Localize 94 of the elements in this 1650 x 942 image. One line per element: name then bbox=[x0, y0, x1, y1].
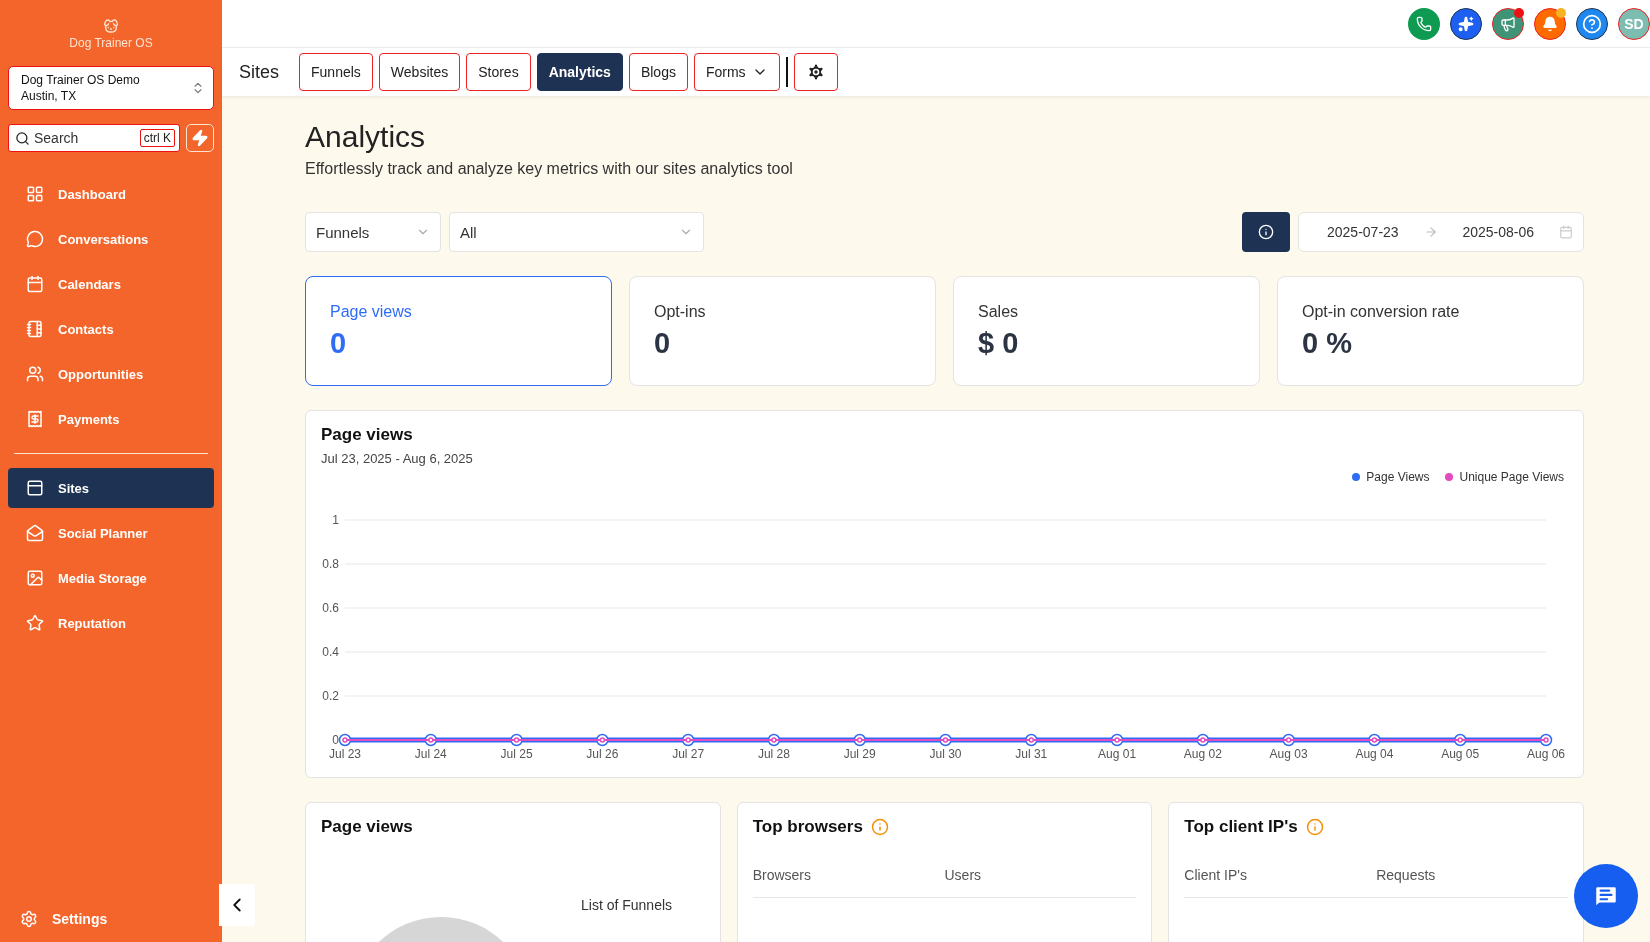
axis-label: Aug 06 bbox=[1527, 747, 1565, 761]
grid-icon bbox=[26, 185, 44, 203]
calendar-icon bbox=[26, 275, 44, 293]
card-title: Top browsers bbox=[752, 817, 863, 837]
quick-action-button[interactable] bbox=[186, 124, 214, 152]
item-select[interactable]: All bbox=[449, 212, 704, 252]
column-header: Users bbox=[944, 867, 983, 883]
info-button[interactable] bbox=[1242, 212, 1290, 252]
phone-icon bbox=[1416, 15, 1432, 32]
megaphone-button[interactable] bbox=[1492, 7, 1524, 40]
column-header: Browsers bbox=[752, 867, 812, 883]
receipt-icon bbox=[26, 410, 44, 428]
info-icon bbox=[1258, 224, 1274, 240]
axis-label: Aug 03 bbox=[1269, 747, 1308, 761]
megaphone-icon bbox=[1500, 15, 1516, 32]
sparkle-icon bbox=[1458, 15, 1474, 32]
notebook-icon bbox=[26, 320, 44, 338]
axis-label: Aug 05 bbox=[1441, 747, 1480, 761]
column-header: Requests bbox=[1376, 867, 1437, 883]
legend-title: List of Funnels bbox=[581, 897, 673, 915]
axis-label: Aug 04 bbox=[1355, 747, 1394, 761]
axis-label: Jul 23 bbox=[329, 747, 361, 761]
metric-label: Page views bbox=[330, 303, 413, 321]
legend-label: Page Views bbox=[1366, 470, 1430, 484]
sparkle-button[interactable] bbox=[1450, 7, 1482, 40]
metric-card[interactable]: Opt-ins 0 bbox=[629, 276, 936, 386]
collapse-sidebar-button[interactable] bbox=[219, 884, 255, 926]
tab[interactable]: Funnels bbox=[299, 53, 373, 91]
tab[interactable]: Blogs bbox=[628, 53, 688, 91]
dropdown-tab[interactable]: Forms bbox=[693, 53, 780, 91]
axis-label: 0.8 bbox=[322, 557, 339, 571]
calendar-icon bbox=[1558, 225, 1573, 239]
axis-label: Jul 31 bbox=[1015, 747, 1048, 761]
tab[interactable]: Websites bbox=[378, 53, 461, 91]
axis-label: Jul 25 bbox=[500, 747, 533, 761]
axis-label: Jul 28 bbox=[757, 747, 790, 761]
metric-value: 0 % bbox=[1302, 327, 1353, 360]
notifications-button[interactable] bbox=[1534, 7, 1566, 40]
metric-label: Opt-ins bbox=[654, 303, 707, 321]
metric-value: $ 0 bbox=[978, 327, 1020, 360]
image-icon bbox=[26, 569, 44, 587]
end-date: 2025-08-06 bbox=[1462, 224, 1535, 240]
axis-label: 0.4 bbox=[322, 645, 339, 659]
metric-value: 0 bbox=[330, 327, 348, 360]
gear-icon bbox=[20, 910, 38, 928]
metric-label: Opt-in conversion rate bbox=[1302, 303, 1461, 321]
tab[interactable]: Stores bbox=[466, 53, 531, 91]
axis-label: 0 bbox=[332, 733, 339, 747]
open-envelope-icon bbox=[26, 524, 44, 542]
people-icon bbox=[26, 365, 44, 383]
brand-name: Dog Trainer OS bbox=[69, 36, 153, 50]
tab[interactable]: Analytics bbox=[536, 53, 623, 91]
axis-label: Aug 01 bbox=[1098, 747, 1137, 761]
help-icon bbox=[1582, 13, 1602, 34]
search-icon bbox=[15, 130, 30, 146]
star-icon bbox=[26, 614, 44, 632]
phone-button[interactable] bbox=[1408, 7, 1440, 40]
section-title: Sites bbox=[239, 61, 280, 83]
lightning-icon bbox=[191, 129, 209, 147]
card-title: Top client IP's bbox=[1184, 817, 1298, 837]
axis-label: 1 bbox=[332, 513, 339, 527]
metric-card[interactable]: Sales $ 0 bbox=[953, 276, 1260, 386]
help-button[interactable] bbox=[1576, 7, 1608, 40]
card-title: Page views bbox=[321, 817, 413, 837]
start-date: 2025-07-23 bbox=[1327, 224, 1399, 240]
axis-label: 0.6 bbox=[322, 601, 339, 615]
axis-label: Aug 02 bbox=[1183, 747, 1222, 761]
date-range-text: Jul 23, 2025 - Aug 6, 2025 bbox=[321, 451, 474, 466]
axis-label: 0.2 bbox=[322, 689, 339, 703]
type-select[interactable]: Funnels bbox=[305, 212, 441, 252]
dog-logo-icon bbox=[103, 18, 119, 34]
axis-label: Jul 30 bbox=[929, 747, 962, 761]
bell-icon bbox=[1542, 15, 1558, 32]
axis-label: Jul 26 bbox=[586, 747, 619, 761]
account-switcher[interactable]: Dog Trainer OS Demo Austin, TX bbox=[8, 66, 214, 110]
axis-label: Jul 24 bbox=[414, 747, 447, 761]
metric-value: 0 bbox=[654, 327, 672, 360]
settings-button[interactable] bbox=[793, 53, 838, 91]
metric-label: Sales bbox=[978, 303, 1020, 321]
browser-window-icon bbox=[26, 479, 44, 497]
legend-label: Unique Page Views bbox=[1459, 470, 1564, 484]
date-range-field[interactable]: 2025-07-23 2025-08-06 bbox=[1298, 212, 1584, 252]
page-title: Analytics bbox=[305, 120, 427, 154]
page-subtitle: Effortlessly track and analyze key metrics with our sites analytics tool bbox=[305, 160, 794, 178]
axis-label: Jul 29 bbox=[843, 747, 876, 761]
axis-label: Jul 27 bbox=[672, 747, 705, 761]
metric-card[interactable]: Opt-in conversion rate 0 % bbox=[1277, 276, 1584, 386]
chat-bubble-icon bbox=[26, 230, 44, 248]
shortcut-key: ctrl K bbox=[139, 129, 175, 147]
column-header: Client IP's bbox=[1184, 867, 1248, 883]
sidebar-item[interactable]: Sites bbox=[8, 468, 214, 508]
card-title: Page views bbox=[321, 425, 414, 445]
search-field[interactable]: Search ctrl K bbox=[8, 124, 180, 152]
metric-card[interactable]: Page views 0 bbox=[305, 276, 612, 386]
